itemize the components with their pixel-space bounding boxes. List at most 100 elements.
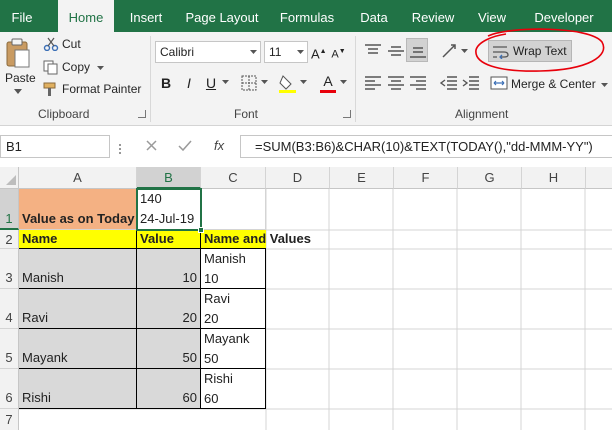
merge-dropdown-icon[interactable]	[601, 83, 608, 88]
cell-b4[interactable]: 20	[137, 289, 201, 329]
column-header-a[interactable]: A	[19, 167, 137, 189]
header-name-and-values: Name and Values	[204, 231, 311, 246]
font-color-icon[interactable]: A	[320, 70, 336, 92]
borders-icon[interactable]	[241, 75, 257, 91]
column-header-f[interactable]: F	[394, 167, 458, 189]
bold-button[interactable]: B	[158, 72, 174, 94]
cell-b2[interactable]: Value	[137, 230, 201, 249]
select-all-corner[interactable]	[0, 167, 19, 189]
record-combo-value: 60	[204, 391, 219, 406]
record-value: 60	[182, 390, 197, 405]
font-color-dropdown-icon[interactable]	[340, 80, 347, 85]
align-left-icon[interactable]	[364, 76, 382, 90]
fill-handle[interactable]	[198, 227, 204, 233]
cell-b6[interactable]: 60	[137, 369, 201, 409]
cell-a1[interactable]: Value as on Today	[19, 189, 137, 230]
font-launcher-icon[interactable]	[343, 110, 351, 118]
name-box-drag-icon[interactable]	[118, 144, 122, 154]
orientation-dropdown-icon[interactable]	[461, 49, 468, 54]
copy-button[interactable]: Copy	[62, 60, 90, 74]
bottom-align-icon	[410, 47, 426, 58]
tab-formulas[interactable]: Formulas	[276, 0, 338, 32]
row-header-1[interactable]: 1	[0, 189, 19, 230]
cell-a6[interactable]: Rishi	[19, 369, 137, 409]
record-value: 20	[182, 310, 197, 325]
paste-dropdown-icon[interactable]	[14, 89, 22, 95]
cell-c4[interactable]: Ravi 20	[201, 289, 266, 329]
row-header-7[interactable]: 7	[0, 409, 19, 430]
cancel-icon[interactable]	[145, 139, 158, 152]
row-header-4[interactable]: 4	[0, 289, 19, 329]
paste-icon[interactable]	[4, 38, 32, 70]
align-right-icon[interactable]	[409, 76, 427, 90]
font-color-bar	[320, 90, 336, 93]
column-header-e[interactable]: E	[330, 167, 394, 189]
tab-data[interactable]: Data	[352, 0, 396, 32]
font-size-value: 11	[269, 45, 282, 59]
active-cell-border	[136, 188, 202, 231]
increase-font-size-icon[interactable]: A▲	[311, 41, 327, 63]
cell-c3[interactable]: Manish 10	[201, 249, 266, 289]
row-header-2[interactable]: 2	[0, 230, 19, 249]
row-header-3[interactable]: 3	[0, 249, 19, 289]
column-header-c[interactable]: C	[201, 167, 266, 189]
cell-a5[interactable]: Mayank	[19, 329, 137, 369]
tab-home[interactable]: Home	[58, 0, 114, 34]
decrease-font-size-icon[interactable]: A▼	[331, 41, 346, 63]
enter-icon[interactable]	[178, 139, 192, 152]
align-center-icon[interactable]	[387, 76, 405, 90]
clipboard-launcher-icon[interactable]	[138, 110, 146, 118]
record-value: 50	[182, 350, 197, 365]
formula-input[interactable]: =SUM(B3:B6)&CHAR(10)&TEXT(TODAY(),"dd-MM…	[240, 135, 612, 158]
orientation-icon[interactable]	[440, 42, 460, 60]
column-header-d[interactable]: D	[266, 167, 330, 189]
middle-align-icon[interactable]	[387, 44, 405, 58]
bottom-align-button[interactable]	[406, 38, 428, 62]
borders-dropdown-icon[interactable]	[261, 80, 268, 85]
cell-a4[interactable]: Ravi	[19, 289, 137, 329]
tab-review[interactable]: Review	[406, 0, 460, 32]
cell-c1[interactable]	[201, 189, 266, 230]
format-painter-button[interactable]: Format Painter	[62, 82, 141, 96]
cut-button[interactable]: Cut	[62, 37, 81, 51]
top-align-icon[interactable]	[364, 44, 382, 58]
increase-indent-icon[interactable]	[462, 76, 480, 90]
merge-center-button[interactable]: Merge & Center	[511, 77, 596, 91]
paste-button[interactable]: Paste	[5, 71, 36, 85]
format-painter-icon	[43, 82, 56, 96]
record-combo-value: 50	[204, 351, 219, 366]
row-header-6[interactable]: 6	[0, 369, 19, 409]
italic-button[interactable]: I	[181, 72, 197, 94]
cell-c6[interactable]: Rishi 60	[201, 369, 266, 409]
tab-page-layout[interactable]: Page Layout	[183, 0, 261, 32]
name-box[interactable]: B1	[0, 135, 110, 158]
fill-color-dropdown-icon[interactable]	[300, 80, 307, 85]
cell-a2[interactable]: Name	[19, 230, 137, 249]
font-name-value: Calibri	[160, 45, 195, 59]
fill-color-icon[interactable]	[279, 73, 297, 93]
cell-c5[interactable]: Mayank 50	[201, 329, 266, 369]
underline-button[interactable]: U	[203, 72, 219, 94]
underline-dropdown-icon[interactable]	[222, 80, 229, 85]
insert-function-icon[interactable]: fx	[214, 138, 224, 153]
cell-a3[interactable]: Manish	[19, 249, 137, 289]
cell-b3[interactable]: 10	[137, 249, 201, 289]
merge-center-icon	[490, 76, 508, 90]
tab-file[interactable]: File	[0, 0, 44, 32]
column-header-partial	[586, 167, 612, 189]
alignment-group-label: Alignment	[455, 107, 509, 121]
font-name-box[interactable]: Calibri	[155, 41, 261, 63]
record-name: Mayank	[22, 350, 68, 365]
cell-c2[interactable]: Name and Values	[201, 230, 311, 249]
copy-dropdown-icon[interactable]	[97, 66, 104, 71]
cell-b5[interactable]: 50	[137, 329, 201, 369]
ribbon-home: Paste Cut Copy Format Painter Clipboard …	[0, 28, 612, 126]
font-size-box[interactable]: 11	[264, 41, 308, 63]
column-header-h[interactable]: H	[522, 167, 586, 189]
tab-insert[interactable]: Insert	[124, 0, 168, 32]
column-header-g[interactable]: G	[458, 167, 522, 189]
record-value: 10	[182, 270, 197, 285]
decrease-indent-icon[interactable]	[440, 76, 458, 90]
column-header-b[interactable]: B	[137, 167, 201, 189]
row-header-5[interactable]: 5	[0, 329, 19, 369]
